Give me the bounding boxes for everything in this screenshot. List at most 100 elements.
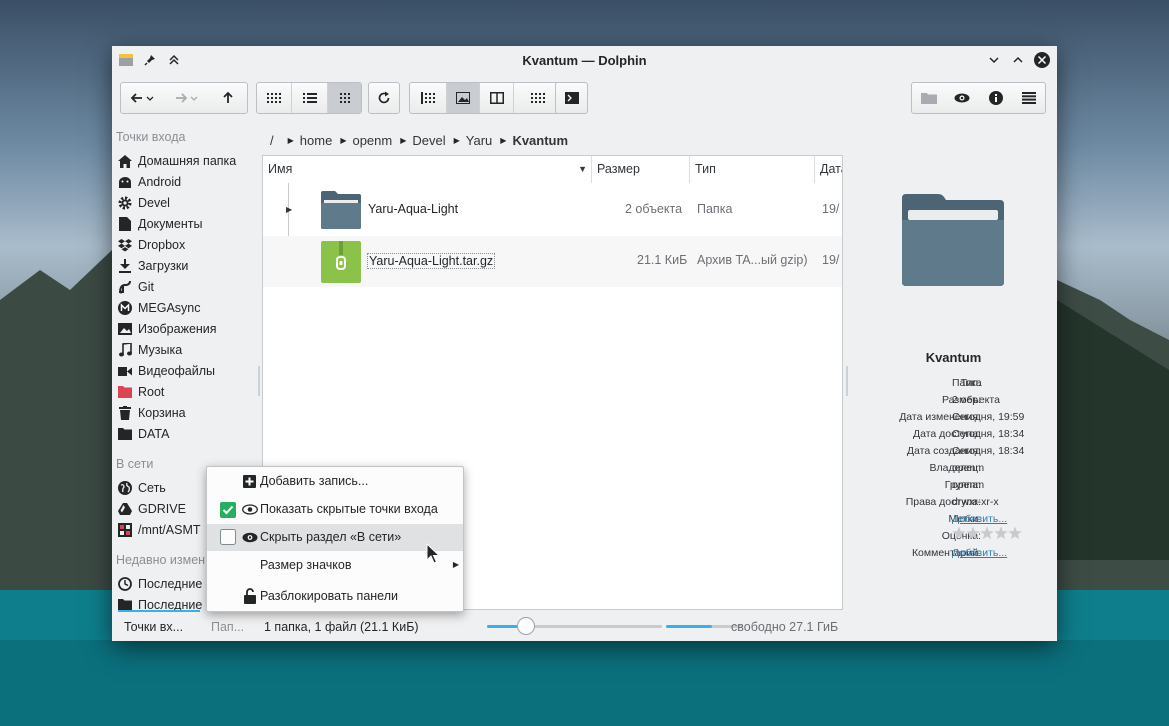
minimize-icon[interactable] bbox=[985, 51, 1003, 69]
menu-item-show-hidden-places[interactable]: Показать скрытые точки входа bbox=[207, 496, 463, 523]
breadcrumb-arrow-icon[interactable]: ▶ bbox=[500, 136, 506, 145]
file-row[interactable]: Yaru-Aqua-Light.tar.gz 21.1 КиБ Архив TA… bbox=[263, 236, 842, 287]
column-header-size[interactable]: Размер bbox=[592, 156, 690, 183]
column-header-date[interactable]: Дата bbox=[815, 156, 842, 183]
place-trash[interactable]: Корзина bbox=[117, 403, 186, 423]
place-git[interactable]: Git bbox=[117, 277, 154, 297]
mouse-cursor-icon bbox=[426, 542, 441, 567]
network-header: В сети bbox=[116, 457, 154, 471]
column-header-name[interactable]: Имя ▼ bbox=[263, 156, 592, 183]
new-folder-button[interactable] bbox=[912, 83, 946, 113]
breadcrumb-yaru[interactable]: Yaru bbox=[466, 133, 493, 148]
place-data[interactable]: DATA bbox=[117, 424, 169, 444]
close-icon[interactable] bbox=[1033, 51, 1051, 69]
expand-arrow-icon[interactable]: ▶ bbox=[286, 205, 292, 214]
compact-view-button[interactable] bbox=[291, 83, 327, 113]
place-recent-files[interactable]: Последние bbox=[117, 574, 202, 594]
right-toolbar-group bbox=[911, 82, 1046, 114]
gdrive-icon bbox=[117, 501, 133, 517]
zoom-slider-handle[interactable] bbox=[516, 617, 535, 635]
window-title: Kvantum — Dolphin bbox=[522, 53, 647, 68]
breadcrumb-arrow-icon[interactable]: ▶ bbox=[340, 136, 346, 145]
column-header-type[interactable]: Тип bbox=[690, 156, 815, 183]
menu-item-unlock-panels[interactable]: Разблокировать панели bbox=[207, 583, 463, 610]
breadcrumb-home[interactable]: home bbox=[300, 133, 333, 148]
star-icon[interactable] bbox=[952, 526, 966, 540]
back-button[interactable] bbox=[121, 83, 165, 113]
split-view-button[interactable] bbox=[479, 83, 513, 113]
forward-button[interactable] bbox=[165, 83, 209, 113]
maximize-icon[interactable] bbox=[1009, 51, 1027, 69]
menu-item-hide-network-section[interactable]: Скрыть раздел «В сети» bbox=[207, 524, 463, 551]
file-name: Yaru-Aqua-Light.tar.gz bbox=[367, 253, 496, 269]
add-tags-link[interactable]: Добавить... bbox=[952, 513, 1007, 525]
navigation-group bbox=[120, 82, 248, 114]
title-bar[interactable]: Kvantum — Dolphin bbox=[112, 46, 1057, 74]
folder-icon bbox=[321, 191, 361, 232]
place-gdrive[interactable]: GDRIVE bbox=[117, 499, 186, 519]
star-icon[interactable] bbox=[1008, 526, 1022, 540]
breadcrumb-arrow-icon[interactable]: ▶ bbox=[288, 136, 294, 145]
place-dropbox[interactable]: Dropbox bbox=[117, 235, 185, 255]
preview-button[interactable] bbox=[446, 83, 479, 113]
breadcrumb-arrow-icon[interactable]: ▶ bbox=[400, 136, 406, 145]
info-button[interactable] bbox=[979, 83, 1013, 113]
icons-view-button[interactable] bbox=[257, 83, 291, 113]
image-icon bbox=[117, 321, 133, 337]
up-button[interactable] bbox=[209, 83, 247, 113]
place-mnt-asmt[interactable]: /mnt/ASMT bbox=[117, 520, 201, 540]
menu-button[interactable] bbox=[1013, 83, 1046, 113]
place-music[interactable]: Музыка bbox=[117, 340, 182, 360]
file-row[interactable]: ▶ Yaru-Aqua-Light 2 объекта Папка 19/ bbox=[263, 185, 842, 236]
gear-icon bbox=[117, 195, 133, 211]
star-icon[interactable] bbox=[994, 526, 1008, 540]
sort-down-icon: ▼ bbox=[578, 164, 587, 174]
places-panel-tab[interactable]: Точки вх... bbox=[124, 620, 183, 634]
place-downloads[interactable]: Загрузки bbox=[117, 256, 188, 276]
view-mode-group bbox=[256, 82, 362, 114]
menu-item-add-entry[interactable]: Добавить запись... bbox=[207, 468, 463, 495]
place-videos[interactable]: Видеофайлы bbox=[117, 361, 215, 381]
place-home[interactable]: Домашняя папка bbox=[117, 151, 236, 171]
menu-item-icon-size[interactable]: Размер значков ▶ bbox=[207, 552, 463, 579]
add-comment-link[interactable]: Добавить... bbox=[952, 547, 1007, 559]
rating-stars[interactable] bbox=[952, 526, 1024, 544]
folders-panel-tab[interactable]: Пап... bbox=[211, 620, 244, 634]
file-size: 2 объекта bbox=[625, 202, 683, 216]
panel-tab-indicator bbox=[118, 610, 200, 612]
breadcrumb-devel[interactable]: Devel bbox=[412, 133, 445, 148]
breadcrumb-root[interactable]: / bbox=[270, 133, 274, 148]
star-icon[interactable] bbox=[980, 526, 994, 540]
document-icon bbox=[117, 216, 133, 232]
split-columns-button[interactable] bbox=[410, 83, 446, 113]
place-megasync[interactable]: MEGAsync bbox=[117, 298, 201, 318]
sidebar-splitter[interactable] bbox=[258, 366, 260, 396]
preview-toggle-button[interactable] bbox=[946, 83, 980, 113]
breadcrumb-arrow-icon[interactable]: ▶ bbox=[454, 136, 460, 145]
details-view-button[interactable] bbox=[327, 83, 361, 113]
place-devel[interactable]: Devel bbox=[117, 193, 170, 213]
places-header: Точки входа bbox=[116, 130, 186, 144]
free-space-label: свободно 27.1 ГиБ bbox=[731, 620, 839, 634]
place-android[interactable]: Android bbox=[117, 172, 181, 192]
terminal-button[interactable] bbox=[556, 83, 587, 113]
checkbox-unchecked-icon[interactable] bbox=[220, 529, 236, 548]
breadcrumb-openm[interactable]: openm bbox=[352, 133, 392, 148]
place-network[interactable]: Сеть bbox=[117, 478, 166, 498]
breadcrumb: / ▶ home ▶ openm ▶ Devel ▶ Yaru ▶ Kvantu… bbox=[262, 130, 576, 150]
breadcrumb-current[interactable]: Kvantum bbox=[512, 133, 568, 148]
place-pictures[interactable]: Изображения bbox=[117, 319, 217, 339]
checkbox-checked-icon[interactable] bbox=[220, 502, 236, 521]
place-documents[interactable]: Документы bbox=[117, 214, 202, 234]
reload-button[interactable] bbox=[369, 83, 399, 113]
info-value: Сегодня, 18:34 bbox=[952, 428, 1025, 440]
eye-icon bbox=[242, 504, 258, 518]
info-value: openm bbox=[952, 479, 985, 491]
download-icon bbox=[117, 258, 133, 274]
place-recent-locations[interactable]: Последние bbox=[117, 595, 202, 610]
view-splitter[interactable] bbox=[846, 366, 848, 396]
place-root[interactable]: Root bbox=[117, 382, 164, 402]
add-icon bbox=[243, 475, 256, 491]
zoom-slider[interactable] bbox=[487, 617, 662, 635]
star-icon[interactable] bbox=[966, 526, 980, 540]
